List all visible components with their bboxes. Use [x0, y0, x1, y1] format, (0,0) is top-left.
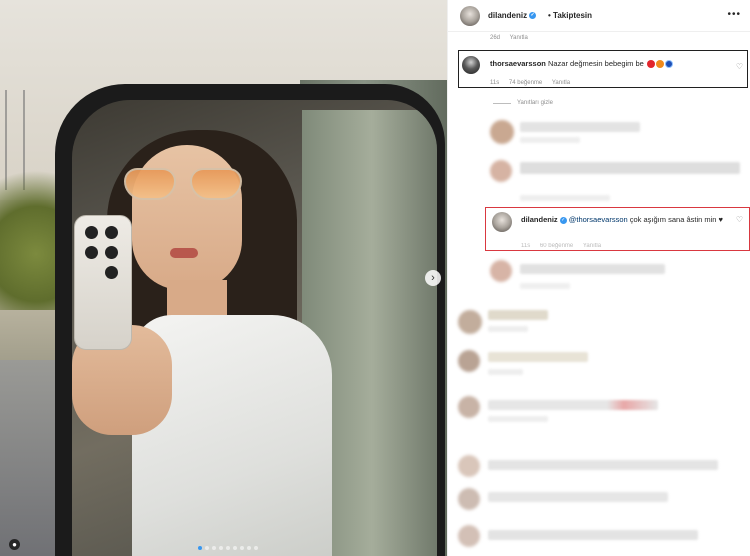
more-options-icon[interactable]: •••: [727, 9, 741, 20]
reply-time: 11s: [521, 243, 531, 249]
face: [132, 145, 242, 290]
nazar-emoji-icon: [664, 60, 673, 69]
blurred-comment: [488, 310, 548, 320]
lips: [170, 248, 198, 258]
camera-lens: [85, 246, 98, 259]
verified-badge-icon: ✓: [529, 12, 537, 20]
author-name-text[interactable]: dilandeniz: [488, 11, 527, 20]
carousel-dot: [226, 546, 230, 550]
post-photo[interactable]: › ●: [0, 0, 447, 556]
commenter-avatar[interactable]: [462, 56, 480, 74]
blurred-comment: [520, 122, 640, 132]
blurred-comment: [520, 162, 740, 174]
carousel-dots: [198, 546, 258, 550]
camera-lens: [85, 226, 98, 239]
mirror-reflection: [72, 100, 437, 556]
carousel-dot: [240, 546, 244, 550]
camera-lens: [105, 266, 118, 279]
blurred-comment: [488, 352, 588, 362]
post-meta: 26d Yanıtla: [490, 35, 536, 41]
blurred-avatar: [458, 396, 480, 418]
blurred-meta: [520, 283, 570, 289]
blurred-meta: [488, 369, 523, 375]
blurred-meta: [520, 195, 610, 201]
reply-avatar[interactable]: [492, 212, 512, 232]
red-heart-emoji-icon: [646, 60, 655, 69]
blurred-meta: [488, 416, 548, 422]
blurred-avatar: [490, 120, 514, 144]
carousel-dot: [198, 546, 202, 550]
blurred-comment: [488, 530, 698, 540]
replies-divider: [493, 103, 511, 104]
fire-emoji-icon: [655, 60, 664, 69]
carousel-dot: [233, 546, 237, 550]
comment-body: thorsaevarsson Nazar değmesin bebegim be: [490, 59, 673, 69]
blurred-comment: [488, 492, 668, 502]
blurred-comment: [520, 264, 665, 274]
blurred-avatar: [458, 455, 480, 477]
comments-panel: dilandeniz ✓ • Takiptesin ••• 26d Yanıtla…: [447, 0, 750, 556]
like-heart-icon[interactable]: ♡: [736, 215, 743, 224]
reply-link[interactable]: Yanıtla: [510, 35, 528, 41]
carousel-dot: [247, 546, 251, 550]
comment-text: Nazar değmesin bebegim be: [547, 59, 644, 68]
author-avatar[interactable]: [460, 6, 480, 26]
comment-time: 11s: [490, 80, 500, 86]
reply-link[interactable]: Yanıtla: [552, 80, 570, 86]
reply-meta: 11s 60 beğenme Yanıtla: [521, 243, 609, 249]
blurred-avatar: [458, 488, 480, 510]
follow-status[interactable]: • Takiptesin: [548, 11, 592, 20]
reply-likes[interactable]: 60 beğenme: [540, 243, 573, 249]
smartphone: [74, 215, 132, 350]
author-username[interactable]: dilandeniz ✓: [488, 11, 537, 20]
reply-username[interactable]: dilandeniz: [521, 215, 558, 224]
camera-lens: [105, 246, 118, 259]
carousel-dot: [219, 546, 223, 550]
like-heart-icon[interactable]: ♡: [736, 62, 743, 71]
carousel-dot: [254, 546, 258, 550]
next-photo-button[interactable]: ›: [425, 270, 441, 286]
reply-link[interactable]: Yanıtla: [583, 243, 601, 249]
blurred-avatar: [458, 350, 480, 372]
carousel-dot: [212, 546, 216, 550]
blurred-comment: [488, 460, 718, 470]
verified-badge-icon: ✓: [559, 216, 567, 224]
reply-mention[interactable]: @thorsaevarsson: [569, 215, 628, 224]
post-header: dilandeniz ✓ • Takiptesin •••: [448, 0, 750, 32]
blurred-meta: [488, 326, 528, 332]
right-lens: [190, 168, 242, 200]
blurred-avatar: [458, 310, 482, 334]
carousel-dot: [205, 546, 209, 550]
comment-meta: 11s 74 beğenme Yanıtla: [490, 80, 578, 86]
comment-likes[interactable]: 74 beğenme: [509, 80, 542, 86]
post-time: 26d: [490, 35, 501, 41]
blurred-meta: [520, 137, 580, 143]
person-tag-icon[interactable]: ●: [9, 539, 20, 550]
hide-replies-button[interactable]: Yanıtları gizle: [517, 100, 553, 106]
sunglasses: [124, 168, 249, 202]
reply-body: dilandeniz ✓ @thorsaevarsson çok aşığım s…: [521, 214, 731, 225]
blurred-avatar: [490, 260, 512, 282]
reply-text: çok aşığım sana âstin min ♥: [629, 215, 723, 224]
blurred-avatar: [458, 525, 480, 547]
follow-label[interactable]: Takiptesin: [553, 11, 592, 20]
blurred-comment: [488, 400, 658, 410]
blurred-avatar: [490, 160, 512, 182]
comment-username[interactable]: thorsaevarsson: [490, 59, 546, 68]
camera-lens: [105, 226, 118, 239]
left-lens: [124, 168, 176, 200]
